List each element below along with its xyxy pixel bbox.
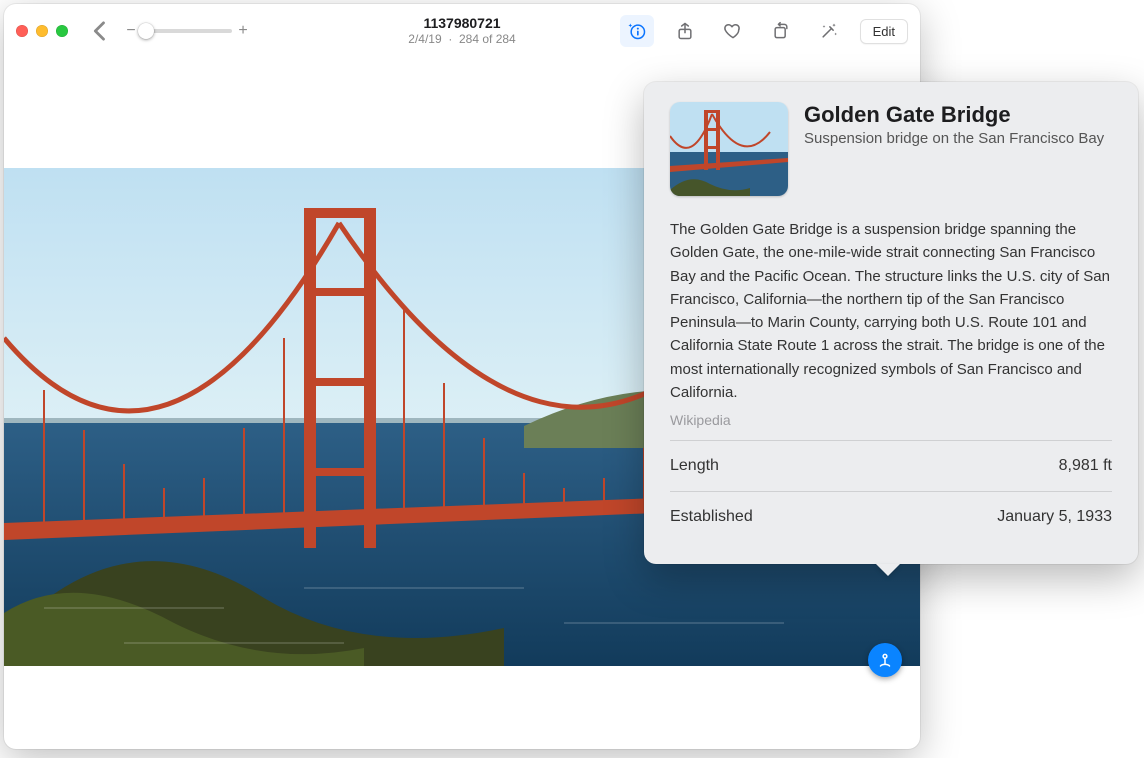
wand-icon [819, 21, 839, 41]
back-button[interactable] [86, 17, 114, 45]
fact-key: Established [670, 508, 753, 526]
close-window-button[interactable] [16, 25, 28, 37]
chevron-left-icon [86, 17, 114, 45]
panel-header: Golden Gate Bridge Suspension bridge on … [670, 102, 1112, 196]
minimize-window-button[interactable] [36, 25, 48, 37]
fact-key: Length [670, 457, 719, 475]
fullscreen-window-button[interactable] [56, 25, 68, 37]
panel-heading: Golden Gate Bridge Suspension bridge on … [804, 102, 1104, 147]
landmark-pin-icon [876, 651, 894, 669]
fact-value: January 5, 1933 [997, 508, 1112, 526]
panel-source[interactable]: Wikipedia [670, 412, 1112, 428]
info-sparkle-icon [627, 21, 647, 41]
zoom-slider[interactable]: − + [124, 22, 250, 40]
zoom-track[interactable] [142, 29, 232, 33]
rotate-icon [771, 21, 791, 41]
panel-description: The Golden Gate Bridge is a suspension b… [670, 218, 1112, 404]
zoom-thumb[interactable] [138, 23, 154, 39]
right-toolbar: Edit [620, 15, 908, 47]
share-icon [675, 21, 695, 41]
visual-lookup-panel: Golden Gate Bridge Suspension bridge on … [644, 82, 1138, 564]
fact-value: 8,981 ft [1059, 457, 1112, 475]
window-controls [16, 25, 68, 37]
photo-title: 1137980721 [408, 15, 515, 32]
zoom-out-button[interactable]: − [124, 22, 138, 40]
panel-thumbnail [670, 102, 788, 196]
favorite-button[interactable] [716, 15, 750, 47]
fact-row: Length 8,981 ft [670, 440, 1112, 491]
edit-button[interactable]: Edit [860, 19, 908, 44]
toolbar: − + 1137980721 2/4/19 · 284 of 284 [4, 4, 920, 58]
zoom-in-button[interactable]: + [236, 22, 250, 40]
enhance-button[interactable] [812, 15, 846, 47]
photo-subtitle: 2/4/19 · 284 of 284 [408, 32, 515, 46]
info-button[interactable] [620, 15, 654, 47]
visual-lookup-pin[interactable] [868, 643, 902, 677]
rotate-button[interactable] [764, 15, 798, 47]
share-button[interactable] [668, 15, 702, 47]
panel-title: Golden Gate Bridge [804, 102, 1104, 128]
fact-row: Established January 5, 1933 [670, 491, 1112, 542]
heart-icon [723, 21, 743, 41]
panel-subtitle: Suspension bridge on the San Francisco B… [804, 130, 1104, 147]
title-block: 1137980721 2/4/19 · 284 of 284 [408, 15, 515, 46]
